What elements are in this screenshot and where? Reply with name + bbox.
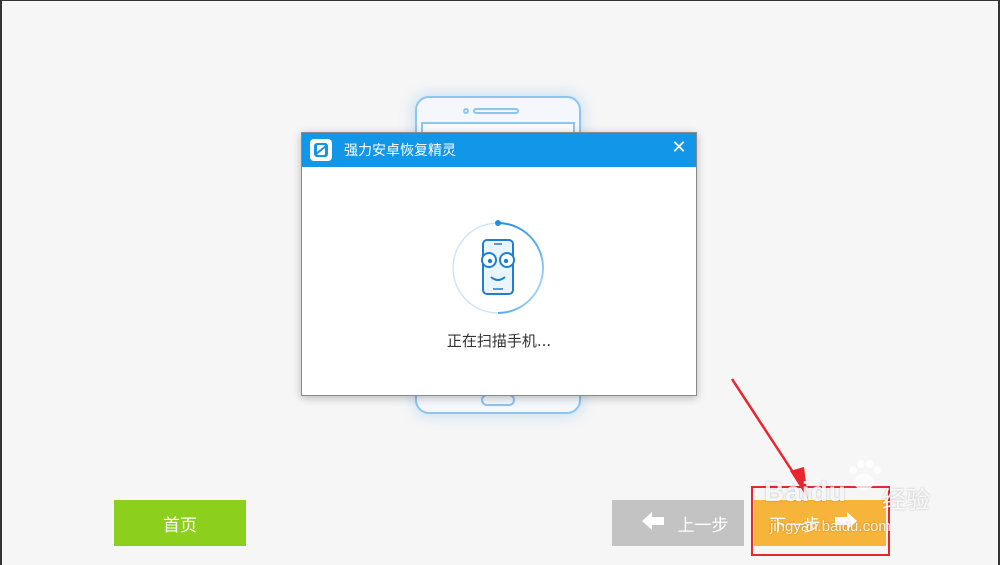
arrow-left-icon <box>640 511 666 536</box>
app-window: 强力安卓恢复精灵 ✕ 正在扫描手机... 首页 上一步 下一步 Baidu 经验… <box>0 0 1000 565</box>
dialog-title: 强力安卓恢复精灵 <box>344 143 456 159</box>
close-icon[interactable]: ✕ <box>668 137 690 159</box>
annotation-highlight-box <box>751 486 890 556</box>
app-logo-icon <box>310 139 332 161</box>
prev-step-label: 上一步 <box>677 515 729 536</box>
phone-camera <box>463 108 469 114</box>
scan-dialog: 强力安卓恢复精灵 ✕ 正在扫描手机... <box>301 132 697 396</box>
scan-status-text: 正在扫描手机... <box>446 332 552 350</box>
home-button-label: 首页 <box>163 515 197 536</box>
dialog-titlebar: 强力安卓恢复精灵 ✕ <box>302 133 696 167</box>
phone-speaker <box>473 108 519 114</box>
scanning-phone-icon <box>448 215 548 315</box>
home-button[interactable]: 首页 <box>114 500 246 546</box>
